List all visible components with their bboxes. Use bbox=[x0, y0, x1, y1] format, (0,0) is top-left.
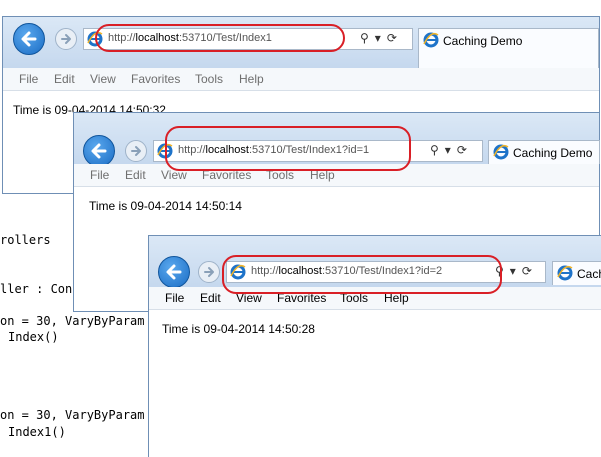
forward-button[interactable] bbox=[198, 261, 220, 283]
time-text: Time is 09-04-2014 14:50:28 bbox=[162, 322, 315, 336]
forward-arrow-icon bbox=[131, 146, 141, 156]
time-text: Time is 09-04-2014 14:50:14 bbox=[89, 199, 242, 213]
refresh-icon[interactable]: ⟳ bbox=[522, 264, 532, 278]
address-bar-actions: ⚲ ▾ ⟳ bbox=[430, 143, 473, 157]
menu-favorites[interactable]: Favorites bbox=[202, 168, 251, 182]
ie-logo-icon bbox=[87, 31, 103, 47]
address-bar-actions: ⚲ ▾ ⟳ bbox=[495, 264, 538, 278]
dropdown-icon[interactable]: ▾ bbox=[375, 31, 381, 45]
browser-tab[interactable]: Cach bbox=[552, 261, 601, 285]
menu-edit[interactable]: Edit bbox=[200, 291, 221, 305]
forward-arrow-icon bbox=[61, 34, 71, 44]
back-arrow-icon bbox=[91, 143, 107, 159]
address-bar[interactable]: http://localhost:53710/Test/Index1 ⚲ ▾ ⟳ bbox=[83, 28, 413, 50]
menu-tools[interactable]: Tools bbox=[340, 291, 368, 305]
code-line: Index1() bbox=[8, 425, 66, 439]
address-bar[interactable]: http://localhost:53710/Test/Index1?id=1 … bbox=[153, 140, 483, 162]
search-icon[interactable]: ⚲ bbox=[430, 143, 439, 157]
menu-help[interactable]: Help bbox=[310, 168, 335, 182]
back-button[interactable] bbox=[83, 135, 115, 167]
menu-help[interactable]: Help bbox=[384, 291, 409, 305]
browser-tab[interactable]: Caching Demo bbox=[488, 140, 600, 164]
menu-favorites[interactable]: Favorites bbox=[131, 72, 180, 86]
address-bar[interactable]: http://localhost:53710/Test/Index1?id=2 … bbox=[226, 261, 546, 283]
menu-file[interactable]: File bbox=[165, 291, 184, 305]
code-line: on = 30, VaryByParam bbox=[0, 408, 145, 422]
back-button[interactable] bbox=[13, 23, 45, 55]
menu-file[interactable]: File bbox=[90, 168, 109, 182]
menu-help[interactable]: Help bbox=[239, 72, 264, 86]
dropdown-icon[interactable]: ▾ bbox=[510, 264, 516, 278]
code-line: Index() bbox=[8, 330, 59, 344]
menu-tools[interactable]: Tools bbox=[195, 72, 223, 86]
menu-favorites[interactable]: Favorites bbox=[277, 291, 326, 305]
code-line: ller : Cont bbox=[0, 282, 80, 296]
code-line: rollers bbox=[0, 233, 51, 247]
dropdown-icon[interactable]: ▾ bbox=[445, 143, 451, 157]
menu-edit[interactable]: Edit bbox=[125, 168, 146, 182]
forward-button[interactable] bbox=[125, 140, 147, 162]
menu-file[interactable]: File bbox=[19, 72, 38, 86]
back-arrow-icon bbox=[21, 31, 37, 47]
refresh-icon[interactable]: ⟳ bbox=[387, 31, 397, 45]
url-text: http://localhost:53710/Test/Index1?id=1 bbox=[178, 144, 370, 156]
menu-view[interactable]: View bbox=[90, 72, 116, 86]
menu-view[interactable]: View bbox=[161, 168, 187, 182]
page-content: Time is 09-04-2014 14:50:28 bbox=[149, 310, 601, 457]
forward-arrow-icon bbox=[204, 267, 214, 277]
back-button[interactable] bbox=[158, 256, 190, 288]
forward-button[interactable] bbox=[55, 28, 77, 50]
menu-edit[interactable]: Edit bbox=[54, 72, 75, 86]
browser-toolbar: http://localhost:53710/Test/Index1?id=1 … bbox=[74, 113, 600, 167]
browser-tab[interactable]: Caching Demo bbox=[418, 28, 599, 68]
browser-toolbar: http://localhost:53710/Test/Index1?id=2 … bbox=[149, 236, 601, 288]
ie-logo-icon bbox=[423, 32, 439, 48]
menu-bar: File Edit View Favorites Tools Help bbox=[3, 68, 599, 91]
tab-title: Caching Demo bbox=[513, 146, 593, 160]
search-icon[interactable]: ⚲ bbox=[360, 31, 369, 45]
browser-window-3: http://localhost:53710/Test/Index1?id=2 … bbox=[148, 235, 601, 457]
search-icon[interactable]: ⚲ bbox=[495, 264, 504, 278]
menu-tools[interactable]: Tools bbox=[266, 168, 294, 182]
menu-view[interactable]: View bbox=[236, 291, 262, 305]
url-text: http://localhost:53710/Test/Index1?id=2 bbox=[251, 265, 443, 277]
ie-logo-icon bbox=[493, 144, 509, 160]
ie-logo-icon bbox=[230, 264, 246, 280]
ie-logo-icon bbox=[157, 143, 173, 159]
address-bar-actions: ⚲ ▾ ⟳ bbox=[360, 31, 403, 45]
tab-title: Cach bbox=[577, 267, 601, 281]
refresh-icon[interactable]: ⟳ bbox=[457, 143, 467, 157]
url-text: http://localhost:53710/Test/Index1 bbox=[108, 32, 272, 44]
menu-bar: File Edit View Favorites Tools Help bbox=[149, 287, 601, 310]
back-arrow-icon bbox=[166, 264, 182, 280]
tab-title: Caching Demo bbox=[443, 34, 523, 48]
ie-logo-icon bbox=[557, 265, 573, 281]
menu-bar: File Edit View Favorites Tools Help bbox=[74, 164, 599, 187]
browser-toolbar: http://localhost:53710/Test/Index1 ⚲ ▾ ⟳ C… bbox=[3, 17, 599, 68]
code-line: on = 30, VaryByParam bbox=[0, 314, 145, 328]
